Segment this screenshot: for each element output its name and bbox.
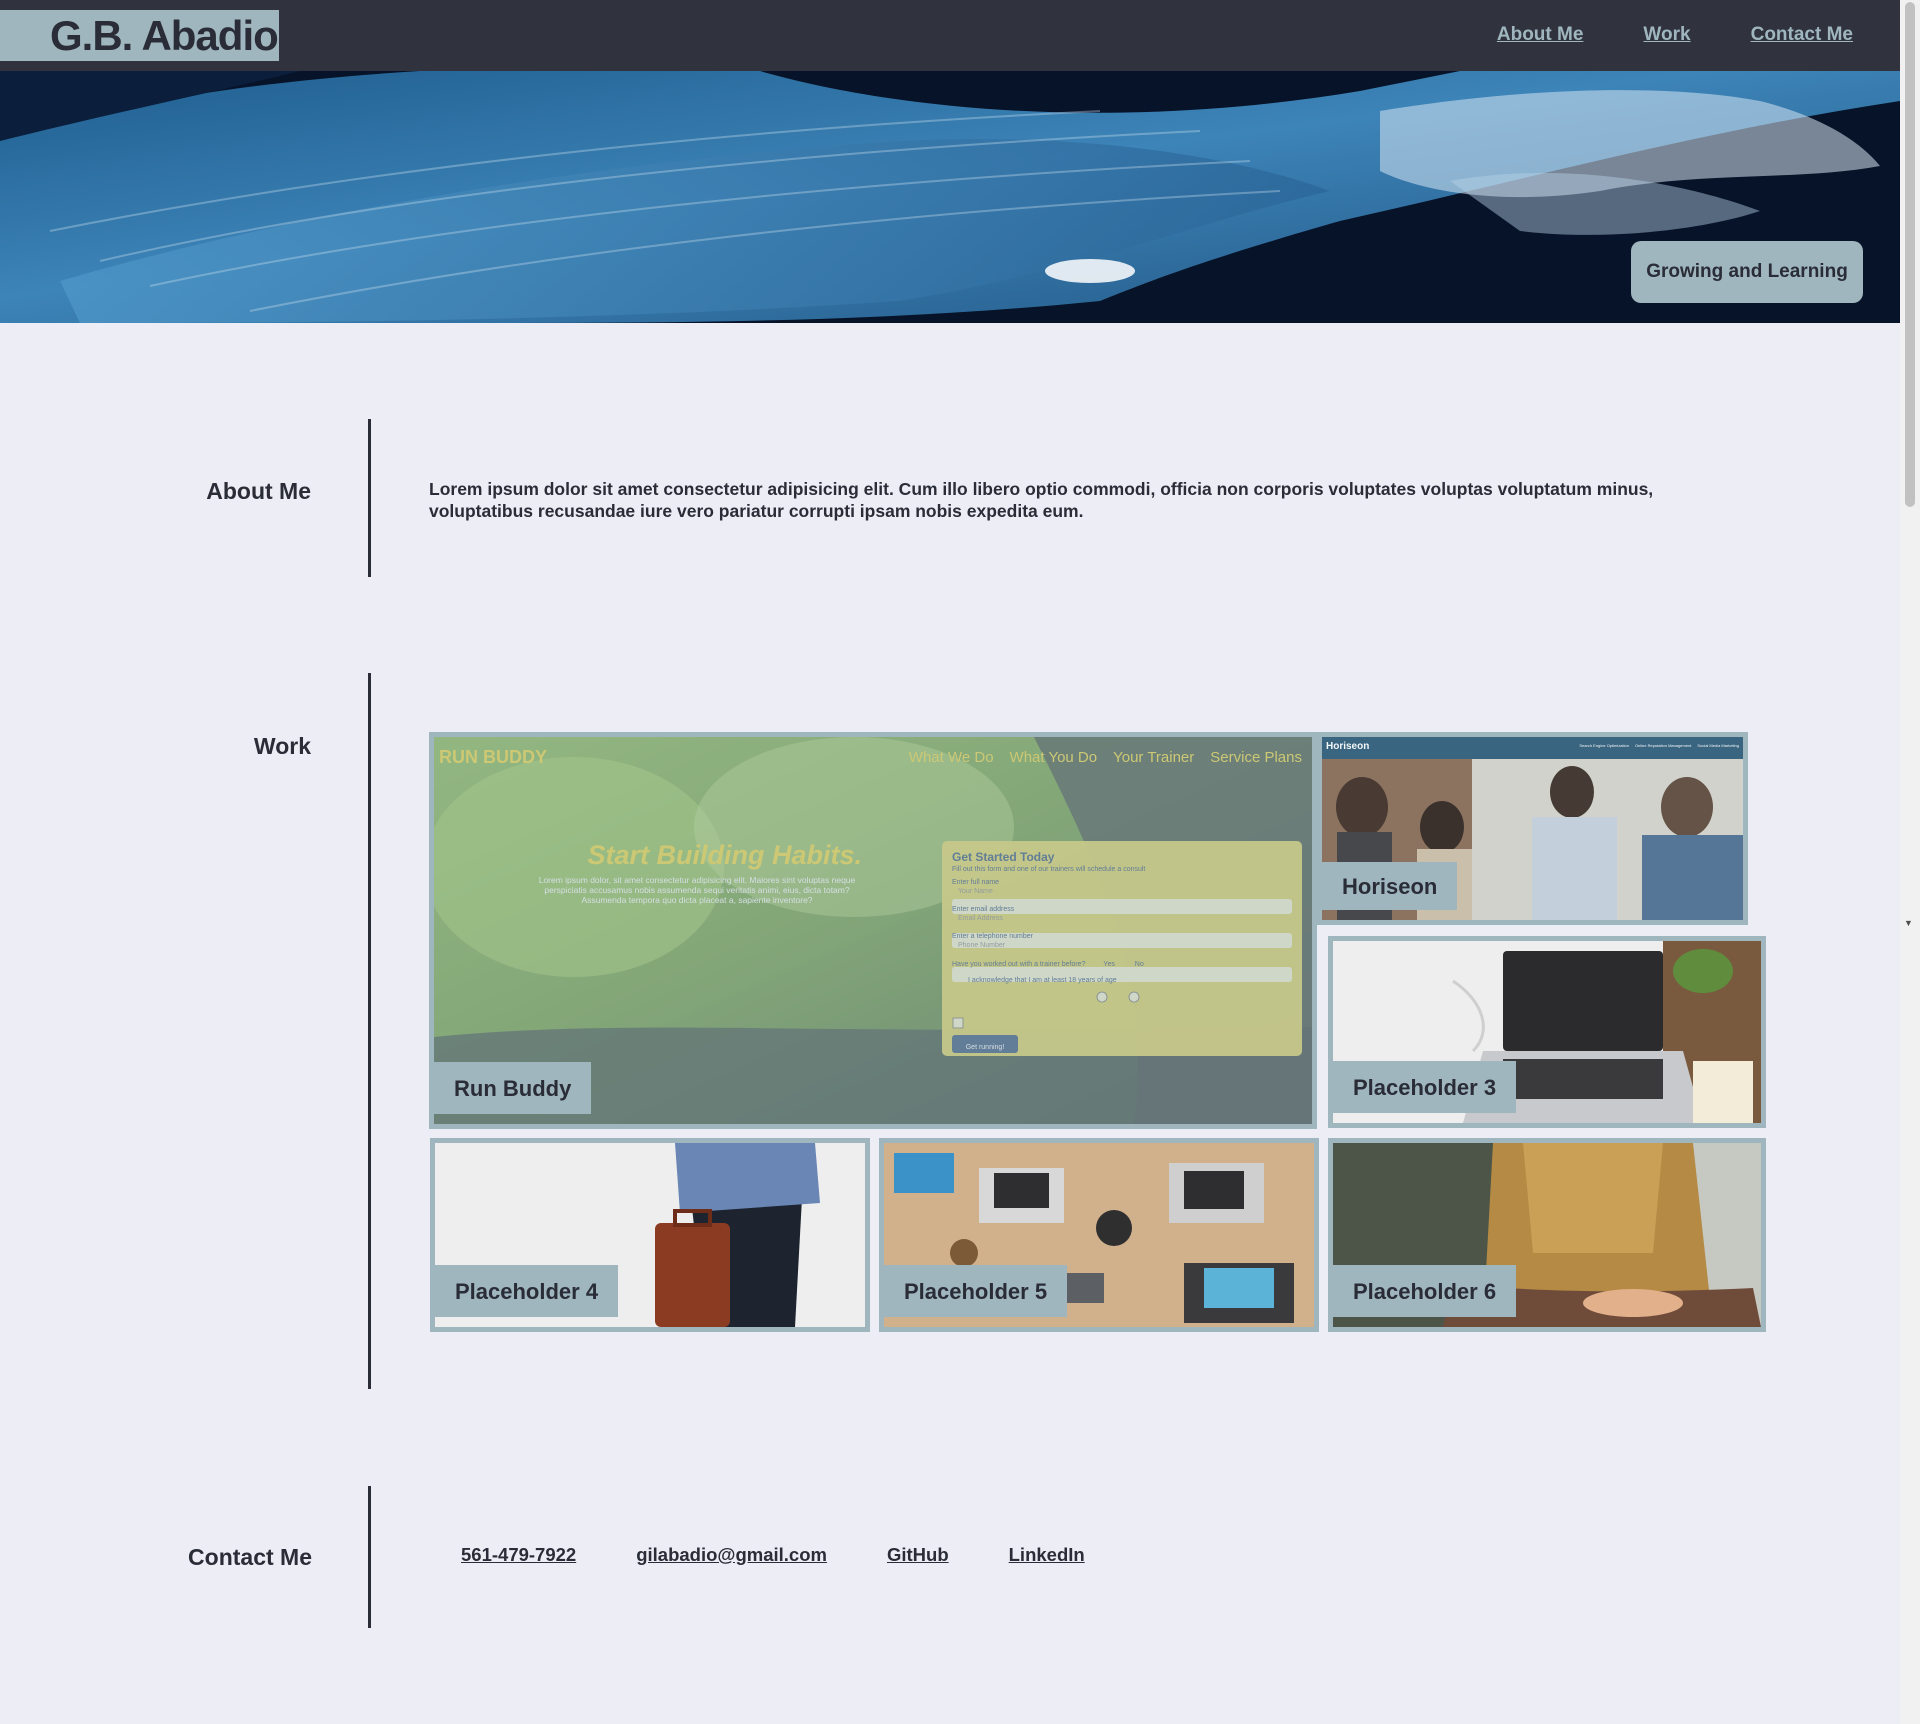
hero-tagline-badge: Growing and Learning xyxy=(1631,241,1863,303)
project-card-placeholder-6[interactable]: Placeholder 6 xyxy=(1328,1138,1766,1332)
about-text: Lorem ipsum dolor sit amet consectetur a… xyxy=(429,479,1654,521)
phone-link[interactable]: 561-479-7922 xyxy=(461,1544,576,1566)
project-title: Run Buddy xyxy=(434,1062,592,1114)
contact-heading: Contact Me xyxy=(188,1544,312,1570)
project-card-placeholder-5[interactable]: Placeholder 5 xyxy=(879,1138,1319,1332)
nav-link-contact[interactable]: Contact Me xyxy=(1751,24,1853,46)
hero-banner: Growing and Learning xyxy=(0,71,1900,323)
brand-logo[interactable]: G.B. Abadio xyxy=(0,10,279,61)
project-title: Placeholder 6 xyxy=(1333,1265,1517,1317)
nav-link-about[interactable]: About Me xyxy=(1497,24,1584,46)
scrollbar-thumb[interactable] xyxy=(1905,2,1915,507)
project-title: Placeholder 3 xyxy=(1333,1061,1517,1113)
scroll-down-icon[interactable]: ▼ xyxy=(1904,918,1913,928)
main-nav: About Me Work Contact Me xyxy=(1437,24,1853,46)
project-title: Placeholder 4 xyxy=(435,1265,619,1317)
page-scrollbar[interactable]: ▼ xyxy=(1900,0,1920,1724)
project-title: Horiseon xyxy=(1322,862,1458,910)
about-heading: About Me xyxy=(206,478,311,504)
work-heading: Work xyxy=(253,733,311,759)
nav-link-work[interactable]: Work xyxy=(1643,24,1690,46)
project-card-horiseon[interactable]: Horiseon Search Engine Optimization Onli… xyxy=(1317,732,1748,925)
project-title: Placeholder 5 xyxy=(884,1265,1068,1317)
github-link[interactable]: GitHub xyxy=(887,1544,949,1566)
contact-links: 561-479-7922 gilabadio@gmail.com GitHub … xyxy=(461,1544,1145,1566)
site-header: G.B. Abadio About Me Work Contact Me xyxy=(0,0,1900,71)
contact-divider xyxy=(368,1486,371,1628)
linkedin-link[interactable]: LinkedIn xyxy=(1009,1544,1085,1566)
project-card-placeholder-3[interactable]: Placeholder 3 xyxy=(1328,936,1766,1128)
hero-background-image xyxy=(0,71,1900,323)
work-divider xyxy=(368,673,371,1389)
project-card-run-buddy[interactable]: RUN BUDDY What We Do What You Do Your Tr… xyxy=(429,732,1317,1129)
about-divider xyxy=(368,419,371,577)
email-link[interactable]: gilabadio@gmail.com xyxy=(636,1544,827,1566)
project-card-placeholder-4[interactable]: Placeholder 4 xyxy=(430,1138,870,1332)
